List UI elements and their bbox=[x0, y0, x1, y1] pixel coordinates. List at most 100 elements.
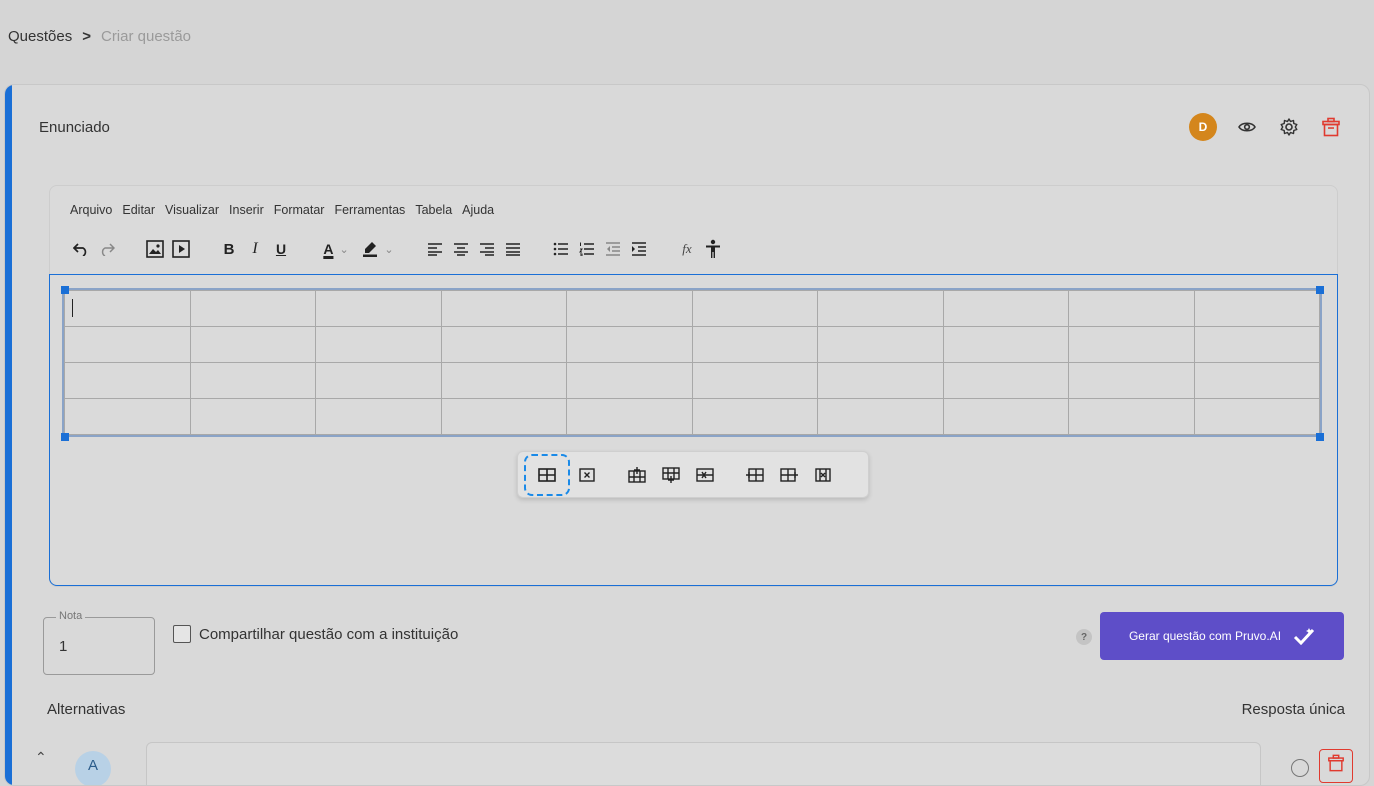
table-cell[interactable] bbox=[440, 290, 567, 327]
trash-icon[interactable] bbox=[1319, 115, 1343, 139]
menu-formatar[interactable]: Formatar bbox=[273, 203, 326, 217]
table-cell[interactable] bbox=[566, 398, 693, 435]
insert-row-before-icon[interactable] bbox=[622, 460, 652, 490]
menu-visualizar[interactable]: Visualizar bbox=[164, 203, 220, 217]
redo-icon[interactable] bbox=[94, 236, 120, 262]
table-cell[interactable] bbox=[315, 290, 442, 327]
eye-icon[interactable] bbox=[1235, 115, 1259, 139]
table-cell[interactable] bbox=[566, 326, 693, 363]
statement-title: Enunciado bbox=[39, 119, 110, 136]
table-cell[interactable] bbox=[691, 290, 818, 327]
menu-editar[interactable]: Editar bbox=[121, 203, 156, 217]
bold-icon[interactable]: B bbox=[216, 236, 242, 262]
table-cell[interactable] bbox=[64, 398, 191, 435]
table-cell[interactable] bbox=[315, 326, 442, 363]
chevron-up-icon[interactable]: ⌃ bbox=[35, 749, 47, 766]
correct-answer-radio[interactable] bbox=[1291, 759, 1309, 777]
table-cell[interactable] bbox=[942, 326, 1069, 363]
numbered-list-icon[interactable] bbox=[574, 236, 600, 262]
table-cell[interactable] bbox=[817, 398, 944, 435]
share-checkbox[interactable] bbox=[173, 625, 191, 643]
align-right-icon[interactable] bbox=[474, 236, 500, 262]
statement-actions: D bbox=[1189, 113, 1343, 141]
alternative-input[interactable] bbox=[146, 742, 1261, 785]
table-cell[interactable] bbox=[942, 362, 1069, 399]
table-cell[interactable] bbox=[189, 362, 316, 399]
italic-icon[interactable]: I bbox=[242, 236, 268, 262]
table-cell[interactable] bbox=[315, 362, 442, 399]
image-icon[interactable] bbox=[142, 236, 168, 262]
formula-icon[interactable]: fx bbox=[674, 236, 700, 262]
editor-content-area[interactable] bbox=[49, 274, 1338, 586]
insert-row-after-icon[interactable] bbox=[656, 460, 686, 490]
table-cell[interactable] bbox=[189, 290, 316, 327]
bullet-list-icon[interactable] bbox=[548, 236, 574, 262]
table-cell[interactable] bbox=[942, 398, 1069, 435]
menu-ferramentas[interactable]: Ferramentas bbox=[333, 203, 406, 217]
table-cell[interactable] bbox=[189, 326, 316, 363]
table-row bbox=[64, 398, 1320, 435]
table-cell[interactable] bbox=[691, 362, 818, 399]
table-cell[interactable] bbox=[1068, 398, 1195, 435]
text-color-icon[interactable]: A ⌄ bbox=[316, 236, 356, 262]
table-cell[interactable] bbox=[64, 290, 191, 327]
formula-glyph: fx bbox=[682, 241, 692, 256]
inserted-table[interactable] bbox=[62, 288, 1322, 437]
table-cell[interactable] bbox=[1068, 362, 1195, 399]
table-cell[interactable] bbox=[566, 290, 693, 327]
indent-icon[interactable] bbox=[626, 236, 652, 262]
breadcrumb-questoes-link[interactable]: Questões bbox=[8, 28, 72, 45]
table-cell[interactable] bbox=[64, 362, 191, 399]
menu-inserir[interactable]: Inserir bbox=[228, 203, 265, 217]
table-cell[interactable] bbox=[189, 398, 316, 435]
undo-icon[interactable] bbox=[68, 236, 94, 262]
table-cell[interactable] bbox=[64, 326, 191, 363]
table-cell[interactable] bbox=[440, 362, 567, 399]
justify-icon[interactable] bbox=[500, 236, 526, 262]
resize-handle-bottom-right[interactable] bbox=[1316, 433, 1324, 441]
delete-col-icon[interactable] bbox=[808, 460, 838, 490]
align-left-icon[interactable] bbox=[422, 236, 448, 262]
resize-handle-bottom-left[interactable] bbox=[61, 433, 69, 441]
table-cell[interactable] bbox=[1193, 398, 1320, 435]
align-center-icon[interactable] bbox=[448, 236, 474, 262]
table-cell[interactable] bbox=[440, 326, 567, 363]
nota-field[interactable]: Nota 1 bbox=[43, 610, 155, 675]
share-option[interactable]: Compartilhar questão com a instituição bbox=[173, 625, 458, 643]
insert-col-before-icon[interactable] bbox=[740, 460, 770, 490]
resize-handle-top-right[interactable] bbox=[1316, 286, 1324, 294]
table-cell[interactable] bbox=[1193, 362, 1320, 399]
table-cell[interactable] bbox=[691, 398, 818, 435]
accessibility-icon[interactable] bbox=[700, 236, 726, 262]
table-cell[interactable] bbox=[817, 326, 944, 363]
outdent-icon[interactable] bbox=[600, 236, 626, 262]
menu-arquivo[interactable]: Arquivo bbox=[69, 203, 113, 217]
nota-value[interactable]: 1 bbox=[59, 638, 67, 655]
delete-table-icon[interactable] bbox=[572, 460, 602, 490]
table-cell[interactable] bbox=[942, 290, 1069, 327]
table-cell[interactable] bbox=[315, 398, 442, 435]
delete-row-icon[interactable] bbox=[690, 460, 720, 490]
underline-icon[interactable]: U bbox=[268, 236, 294, 262]
generate-ai-button[interactable]: Gerar questão com Pruvo.AI bbox=[1100, 612, 1344, 660]
delete-alternative-button[interactable] bbox=[1319, 749, 1353, 783]
table-cell[interactable] bbox=[1193, 290, 1320, 327]
avatar[interactable]: D bbox=[1189, 113, 1217, 141]
menu-ajuda[interactable]: Ajuda bbox=[461, 203, 495, 217]
media-icon[interactable] bbox=[168, 236, 194, 262]
table-cell[interactable] bbox=[566, 362, 693, 399]
help-icon[interactable]: ? bbox=[1076, 629, 1092, 645]
table-cell[interactable] bbox=[1068, 326, 1195, 363]
table-cell[interactable] bbox=[817, 362, 944, 399]
table-cell[interactable] bbox=[1193, 326, 1320, 363]
menu-tabela[interactable]: Tabela bbox=[414, 203, 453, 217]
table-cell[interactable] bbox=[440, 398, 567, 435]
gear-icon[interactable] bbox=[1277, 115, 1301, 139]
table-cell[interactable] bbox=[1068, 290, 1195, 327]
table-properties-icon[interactable] bbox=[524, 453, 570, 496]
table-cell[interactable] bbox=[691, 326, 818, 363]
highlight-color-icon[interactable]: ⌄ bbox=[356, 236, 400, 262]
resize-handle-top-left[interactable] bbox=[61, 286, 69, 294]
table-cell[interactable] bbox=[817, 290, 944, 327]
insert-col-after-icon[interactable] bbox=[774, 460, 804, 490]
